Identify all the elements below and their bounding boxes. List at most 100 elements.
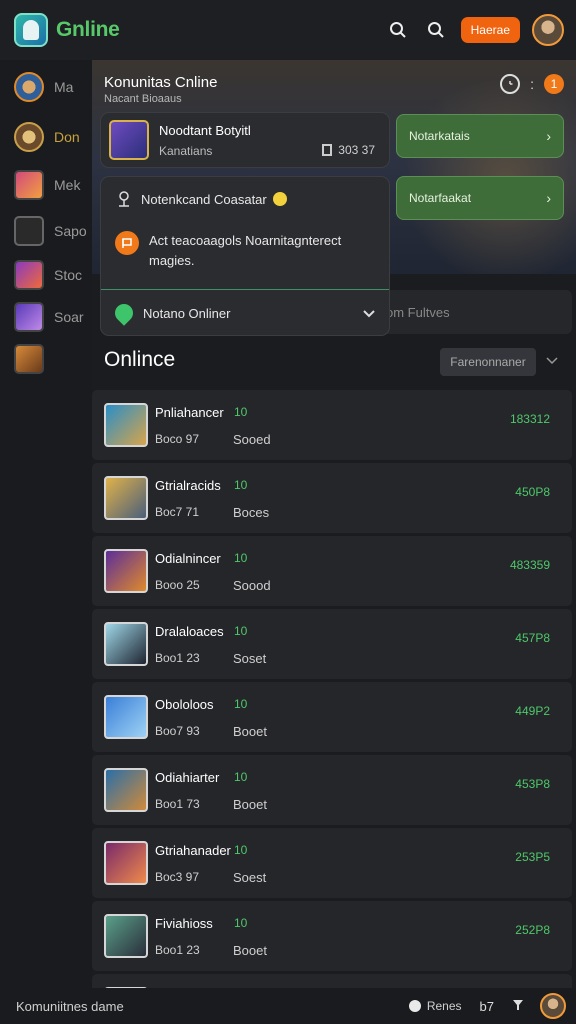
player-avatar — [104, 622, 148, 666]
clock-icon[interactable] — [500, 74, 521, 94]
sidebar-item-1[interactable]: Ma — [14, 72, 73, 102]
hero-title: Konunitas Cnline — [104, 74, 218, 91]
sidebar-item-7[interactable] — [14, 344, 44, 374]
game-thumbnail — [109, 120, 149, 160]
player-avatar — [104, 695, 148, 739]
player-status: Booet — [233, 943, 267, 958]
online-list: Pnliahancer 10 Boco 97 Sooed 183312 Gtrialrac… — [92, 390, 572, 1024]
player-level: 10 — [234, 478, 248, 492]
notification-badge[interactable]: 1 — [544, 74, 564, 94]
hero-action-button-2[interactable]: Notarfaakat › — [396, 176, 564, 220]
status-label[interactable]: Renes — [427, 999, 462, 1013]
player-name: Odiahiarter — [155, 770, 220, 785]
player-level: 10 — [234, 624, 248, 638]
player-name: Fiviahioss — [155, 916, 213, 931]
player-score: 253P5 — [515, 850, 550, 864]
sidebar-item-4[interactable]: Sapo — [14, 216, 87, 246]
player-avatar — [104, 476, 148, 520]
player-level: 10 — [234, 770, 248, 784]
player-level: 10 — [234, 405, 248, 419]
list-item[interactable]: Gtrialracids 10 Boc7 71 Boces 450P8 — [92, 463, 572, 533]
player-stat: Boco 97 — [155, 432, 200, 446]
header-action-button[interactable]: Haerae — [460, 17, 520, 43]
player-avatar — [104, 403, 148, 447]
emoji-icon — [272, 192, 287, 206]
list-item[interactable]: Fiviahioss 10 Boo1 23 Booet 252P8 — [92, 901, 572, 971]
filter-icon[interactable] — [512, 999, 524, 1014]
chevron-down-icon — [363, 306, 375, 321]
sidebar-item-6[interactable]: Soar — [14, 302, 84, 332]
list-item[interactable]: Obololoos 10 Boo7 93 Booet 449P2 — [92, 682, 572, 752]
sidebar-item-label: Ma — [54, 79, 74, 95]
filter-bar[interactable]: om Fultves — [380, 290, 572, 334]
list-item[interactable]: Odialnincer 10 Booo 25 Soood 483359 — [92, 536, 572, 606]
popover-menu-label: Notenkcand Coasatar — [141, 191, 267, 207]
player-status: Sooed — [233, 432, 271, 447]
player-status: Soest — [233, 870, 267, 885]
sidebar-item-2[interactable]: Don — [14, 122, 80, 152]
page-icon — [322, 144, 333, 156]
player-name: Gtriahanader — [155, 843, 231, 858]
app-logo[interactable] — [14, 13, 48, 47]
game-avatar-icon — [14, 302, 44, 332]
player-status: Booet — [233, 797, 267, 812]
player-stat: Booo 25 — [155, 578, 200, 592]
popover-menu-item-1[interactable]: Notenkcand Coasatar — [101, 177, 389, 221]
sidebar-item-label: Stoc — [54, 267, 83, 283]
sidebar: Ma Don Mek Sapo Stoc Soar — [0, 60, 92, 988]
player-name: Pnliahancer — [155, 405, 224, 420]
game-avatar-icon — [14, 344, 44, 374]
popover-game-meta: 303 37 — [338, 143, 375, 157]
chevron-down-icon[interactable] — [546, 352, 558, 368]
location-icon — [111, 300, 137, 326]
popover-game-card[interactable]: Noodtant Botyitl Kanatians 303 37 — [100, 112, 390, 168]
player-stat: Boc7 71 — [155, 505, 200, 519]
player-level: 10 — [234, 843, 248, 857]
search-icon[interactable] — [381, 13, 415, 47]
user-avatar[interactable] — [540, 993, 566, 1019]
flag-icon — [115, 231, 139, 255]
player-stat: Boo1 73 — [155, 797, 200, 811]
player-avatar — [104, 841, 148, 885]
player-score: 183312 — [509, 412, 550, 426]
pin-icon — [115, 190, 133, 208]
player-status: Soset — [233, 651, 267, 666]
code-label[interactable]: b7 — [480, 999, 494, 1014]
list-item[interactable]: Pnliahancer 10 Boco 97 Sooed 183312 — [92, 390, 572, 460]
hero-action-button-1[interactable]: Notarkatais › — [396, 114, 564, 158]
button-label: Notarfaakat — [409, 191, 472, 205]
player-score: 457P8 — [515, 631, 550, 645]
sidebar-item-3[interactable]: Mek — [14, 170, 80, 200]
player-level: 10 — [234, 697, 248, 711]
sidebar-item-label: Don — [54, 129, 80, 145]
chevron-right-icon: › — [546, 128, 551, 144]
player-level: 10 — [234, 916, 248, 930]
sidebar-item-5[interactable]: Stoc — [14, 260, 82, 290]
sort-button[interactable]: Farenonnaner — [440, 348, 536, 376]
player-status: Booet — [233, 724, 267, 739]
list-item[interactable]: Gtriahanader 10 Boc3 97 Soest 253P5 — [92, 828, 572, 898]
list-item[interactable]: Dralaloaces 10 Boo1 23 Soset 457P8 — [92, 609, 572, 679]
sidebar-item-label: Mek — [54, 177, 81, 193]
popover-menu: Notenkcand Coasatar Act teacoaagols Noar… — [100, 176, 390, 336]
player-score: 252P8 — [515, 923, 550, 937]
popover-footer-dropdown[interactable]: Notano Onliner — [101, 290, 389, 336]
list-item[interactable]: Odiahiarter 10 Boo1 73 Booet 453P8 — [92, 755, 572, 825]
player-name: Dralaloaces — [155, 624, 224, 639]
player-score: 449P2 — [515, 704, 550, 718]
popover-game-subtitle: Kanatians — [159, 143, 213, 158]
section-title: Onlince — [104, 348, 176, 371]
button-label: Notarkatais — [409, 129, 470, 143]
search-icon-secondary[interactable] — [419, 13, 453, 47]
popover-game-title: Noodtant Botyitl — [159, 122, 251, 138]
hero-subtitle: Nacant Bioaaus — [104, 93, 182, 105]
player-name: Odialnincer — [155, 551, 221, 566]
popover-menu-item-2[interactable]: Act teacoaagols Noarnitagnterect magies. — [101, 221, 389, 289]
popover-footer-label: Notano Onliner — [143, 305, 231, 321]
top-bar: Gnline Haerae — [0, 0, 576, 60]
user-avatar[interactable] — [532, 14, 564, 46]
filter-placeholder: om Fultves — [386, 304, 450, 320]
separator-dot: : — [530, 76, 534, 92]
bottom-title: Komuniitnes dame — [16, 998, 124, 1014]
status-dot-icon — [408, 1000, 421, 1012]
